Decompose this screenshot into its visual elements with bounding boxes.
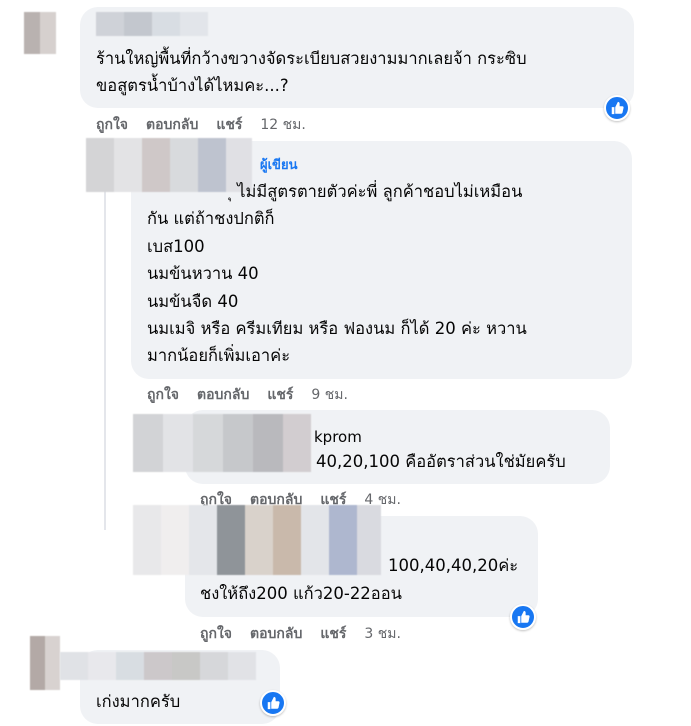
timestamp[interactable]: 12 ชม.: [260, 114, 305, 136]
share-link[interactable]: แชร์: [216, 114, 242, 136]
comment-actions: ถูกใจ ตอบกลับ แชร์ 9 ชม.: [147, 384, 366, 406]
reply-link[interactable]: ตอบกลับ: [250, 623, 302, 645]
commenter-avatar-blurred[interactable]: [86, 138, 256, 192]
commenter-avatar-blurred[interactable]: [24, 12, 56, 54]
share-link[interactable]: แชร์: [267, 384, 293, 406]
timestamp[interactable]: 3 ชม.: [364, 623, 401, 645]
comment-text: ชงให้ถึง200 แก้ว20-22ออน: [200, 584, 402, 603]
share-link[interactable]: แชร์: [320, 623, 346, 645]
comment-text: นมข้นจืด 40: [147, 292, 239, 311]
comment-text: เก่งมากครับ: [96, 692, 181, 711]
comment-text: ร้านใหญ่พื้นที่กว้างขวางจัดระเบียบสวยงาม…: [96, 49, 527, 68]
timestamp[interactable]: 9 ชม.: [311, 384, 348, 406]
commenter-name[interactable]: kprom: [314, 424, 362, 451]
comment-actions: ถูกใจ ตอบกลับ แชร์ 12 ชม.: [96, 114, 324, 136]
comment-text: ุ ไม่มีสูตรตายตัวค่ะพี่ ลูกค้าชอบไม่เหมื…: [237, 182, 523, 201]
comment-text: นมข้นหวาน 40: [147, 264, 259, 283]
comment-text: ขอสูตรน้ำบ้างได้ไหมคะ...?: [96, 76, 289, 95]
like-link[interactable]: ถูกใจ: [147, 384, 179, 406]
comment-text: 40,20,100 คืออัตราส่วนใช่มัยครับ: [316, 452, 566, 471]
author-badge: ผู้เขียน: [260, 158, 298, 173]
reply-link[interactable]: ตอบกลับ: [146, 114, 198, 136]
thread-line: [104, 190, 106, 530]
commenter-name-blurred[interactable]: [96, 12, 208, 36]
commenter-name-blurred[interactable]: [60, 652, 256, 680]
comment-actions: ถูกใจ ตอบกลับ แชร์ 3 ชม.: [200, 623, 419, 645]
like-thumb-icon[interactable]: [604, 95, 630, 121]
like-thumb-icon[interactable]: [510, 604, 536, 630]
commenter-avatar-blurred[interactable]: [30, 636, 60, 690]
comment-text: กัน แต่ถ้าชงปกติก็: [147, 209, 275, 228]
like-link[interactable]: ถูกใจ: [96, 114, 128, 136]
commenter-avatar-blurred[interactable]: [133, 505, 381, 575]
comment-text: 100,40,40,20ค่ะ: [388, 556, 519, 575]
reply-link[interactable]: ตอบกลับ: [197, 384, 249, 406]
like-thumb-icon[interactable]: [260, 690, 286, 716]
comment-text: เบส100: [147, 237, 205, 256]
comment-text: มากน้อยก็เพิ่มเอาค่ะ: [147, 346, 291, 365]
comment-text: นมเมจิ หรือ ครีมเทียม หรือ ฟองนม ก็ได้ 2…: [147, 319, 527, 338]
commenter-avatar-blurred[interactable]: [133, 414, 311, 472]
like-link[interactable]: ถูกใจ: [200, 623, 232, 645]
